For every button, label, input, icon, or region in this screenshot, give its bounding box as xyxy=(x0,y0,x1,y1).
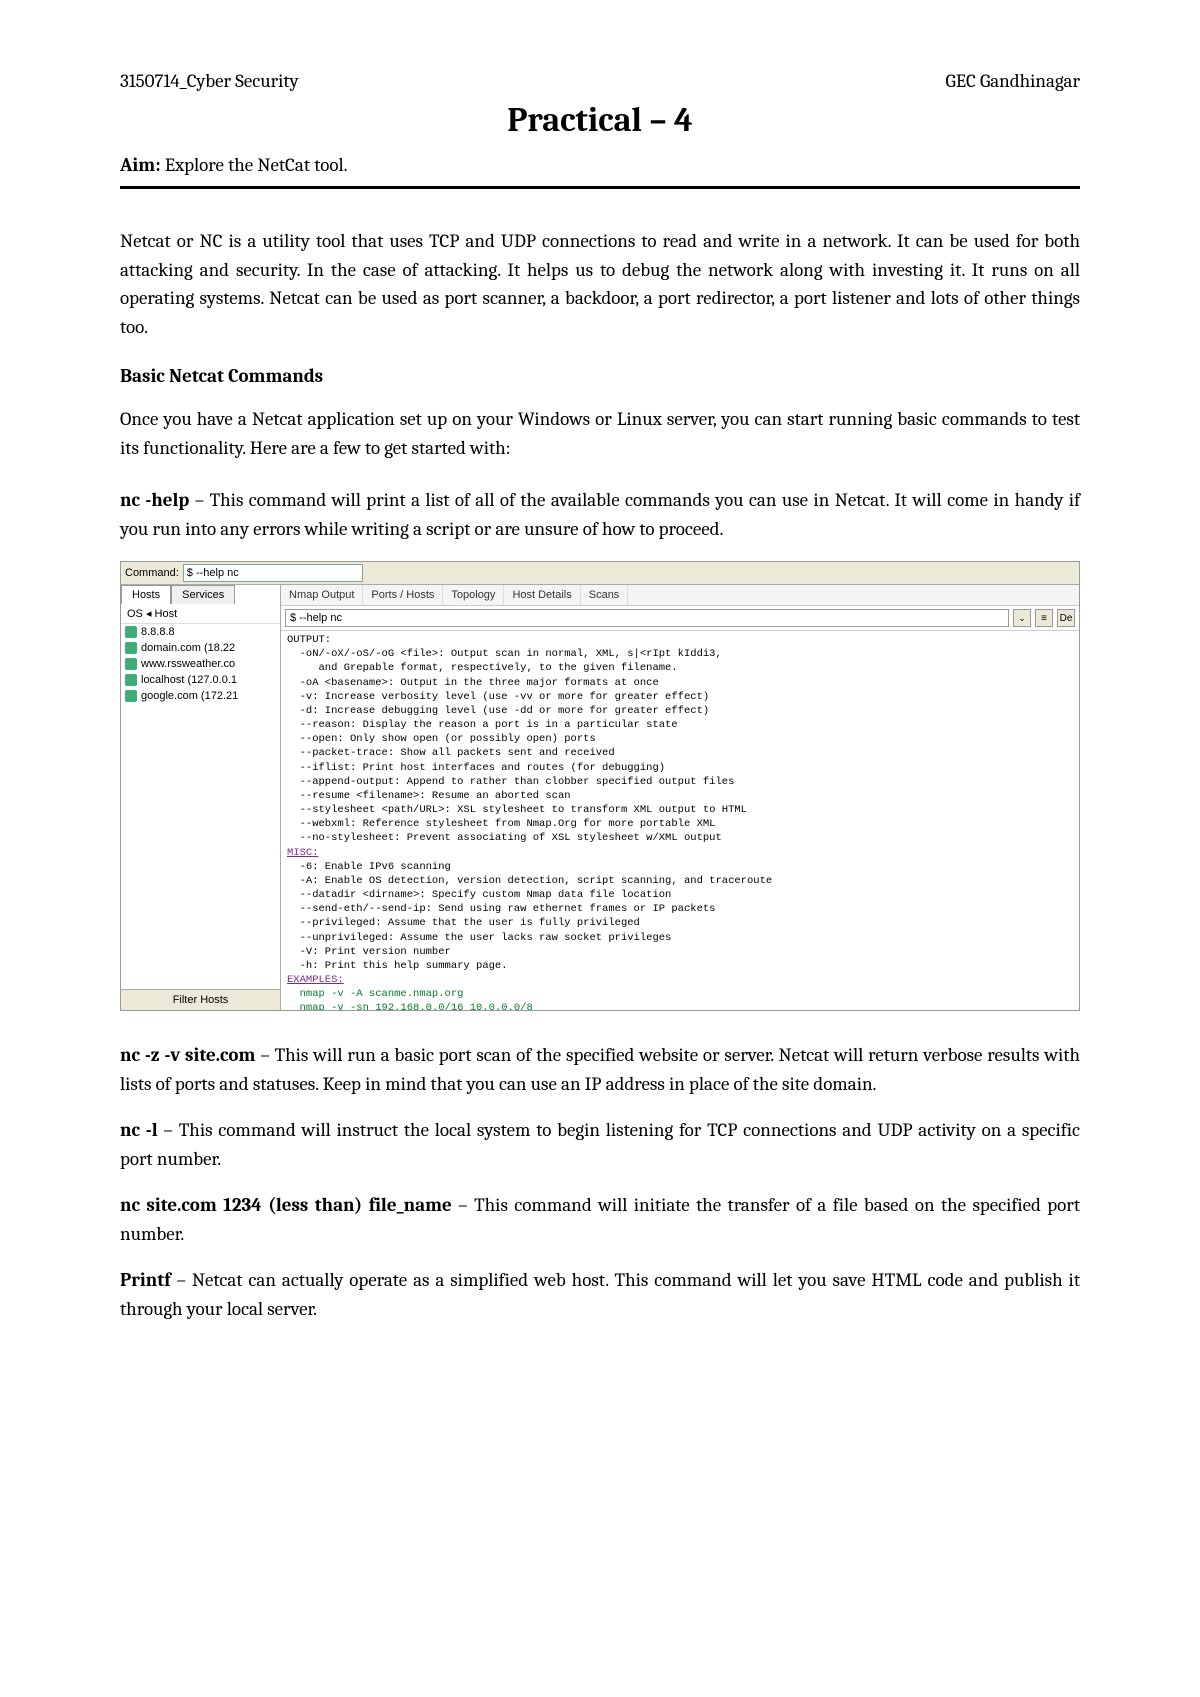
basic-commands-heading: Basic Netcat Commands xyxy=(120,365,1080,387)
tab-services[interactable]: Services xyxy=(171,585,235,604)
host-icon xyxy=(125,658,137,670)
chevron-down-icon[interactable]: ⌄ xyxy=(1013,609,1031,627)
os-host-header[interactable]: OS ◂ Host xyxy=(121,604,280,624)
file-bold: nc site.com 1234 (less than) file_name xyxy=(120,1194,452,1216)
host-icon xyxy=(125,626,137,638)
output-dropdown[interactable]: $ --help nc xyxy=(285,609,1009,627)
list-item[interactable]: localhost (127.0.0.1 xyxy=(121,672,280,688)
terminal-output: OUTPUT: -oN/-oX/-oS/-oG <file>: Output s… xyxy=(281,631,1079,1010)
tab-hosts[interactable]: Hosts xyxy=(121,585,171,604)
divider xyxy=(120,186,1080,189)
printf-command-paragraph: Printf – Netcat can actually operate as … xyxy=(120,1266,1080,1323)
page-header: 3150714_Cyber Security GEC Gandhinagar xyxy=(120,70,1080,92)
subtab-scans[interactable]: Scans xyxy=(581,585,629,605)
list-item[interactable]: www.rssweather.co xyxy=(121,656,280,672)
header-right: GEC Gandhinagar xyxy=(945,70,1080,92)
host-icon xyxy=(125,642,137,654)
menu-icon[interactable]: ≡ xyxy=(1035,609,1053,627)
help-command-bold: nc -help xyxy=(120,489,189,511)
l-rest: – This command will instruct the local s… xyxy=(120,1119,1080,1170)
file-command-paragraph: nc site.com 1234 (less than) file_name –… xyxy=(120,1191,1080,1248)
zv-command-paragraph: nc -z -v site.com – This will run a basi… xyxy=(120,1041,1080,1098)
zv-bold: nc -z -v site.com xyxy=(120,1044,255,1066)
left-panel: Hosts Services OS ◂ Host 8.8.8.8 domain.… xyxy=(121,585,281,1010)
subtab-ports-hosts[interactable]: Ports / Hosts xyxy=(363,585,443,605)
list-item[interactable]: google.com (172.21 xyxy=(121,688,280,704)
nmap-screenshot: Command: Hosts Services OS ◂ Host 8.8.8.… xyxy=(120,561,1080,1011)
aim-line: Aim: Explore the NetCat tool. xyxy=(120,154,1080,176)
list-item[interactable]: 8.8.8.8 xyxy=(121,624,280,640)
host-list: 8.8.8.8 domain.com (18.22 www.rssweather… xyxy=(121,624,280,989)
zv-rest: – This will run a basic port scan of the… xyxy=(120,1044,1080,1095)
list-item[interactable]: domain.com (18.22 xyxy=(121,640,280,656)
basic-intro-paragraph: Once you have a Netcat application set u… xyxy=(120,405,1080,462)
subtab-topology[interactable]: Topology xyxy=(443,585,504,605)
intro-paragraph: Netcat or NC is a utility tool that uses… xyxy=(120,227,1080,341)
aim-text: Explore the NetCat tool. xyxy=(161,154,348,176)
l-bold: nc -l xyxy=(120,1119,158,1141)
printf-bold: Printf xyxy=(120,1269,171,1291)
host-icon xyxy=(125,690,137,702)
subtab-nmap-output[interactable]: Nmap Output xyxy=(281,585,363,605)
aim-label: Aim: xyxy=(120,154,161,176)
help-command-rest: – This command will print a list of all … xyxy=(120,489,1080,540)
command-input[interactable] xyxy=(183,564,363,582)
host-icon xyxy=(125,674,137,686)
help-command-paragraph: nc -help – This command will print a lis… xyxy=(120,486,1080,543)
command-label: Command: xyxy=(125,567,179,579)
details-button[interactable]: De xyxy=(1057,609,1075,627)
right-panel: Nmap Output Ports / Hosts Topology Host … xyxy=(281,585,1079,1010)
filter-hosts-button[interactable]: Filter Hosts xyxy=(121,989,280,1010)
page-title: Practical – 4 xyxy=(120,100,1080,140)
header-left: 3150714_Cyber Security xyxy=(120,70,299,92)
subtab-host-details[interactable]: Host Details xyxy=(504,585,580,605)
l-command-paragraph: nc -l – This command will instruct the l… xyxy=(120,1116,1080,1173)
printf-rest: – Netcat can actually operate as a simpl… xyxy=(120,1269,1080,1320)
command-bar: Command: xyxy=(121,562,1079,585)
